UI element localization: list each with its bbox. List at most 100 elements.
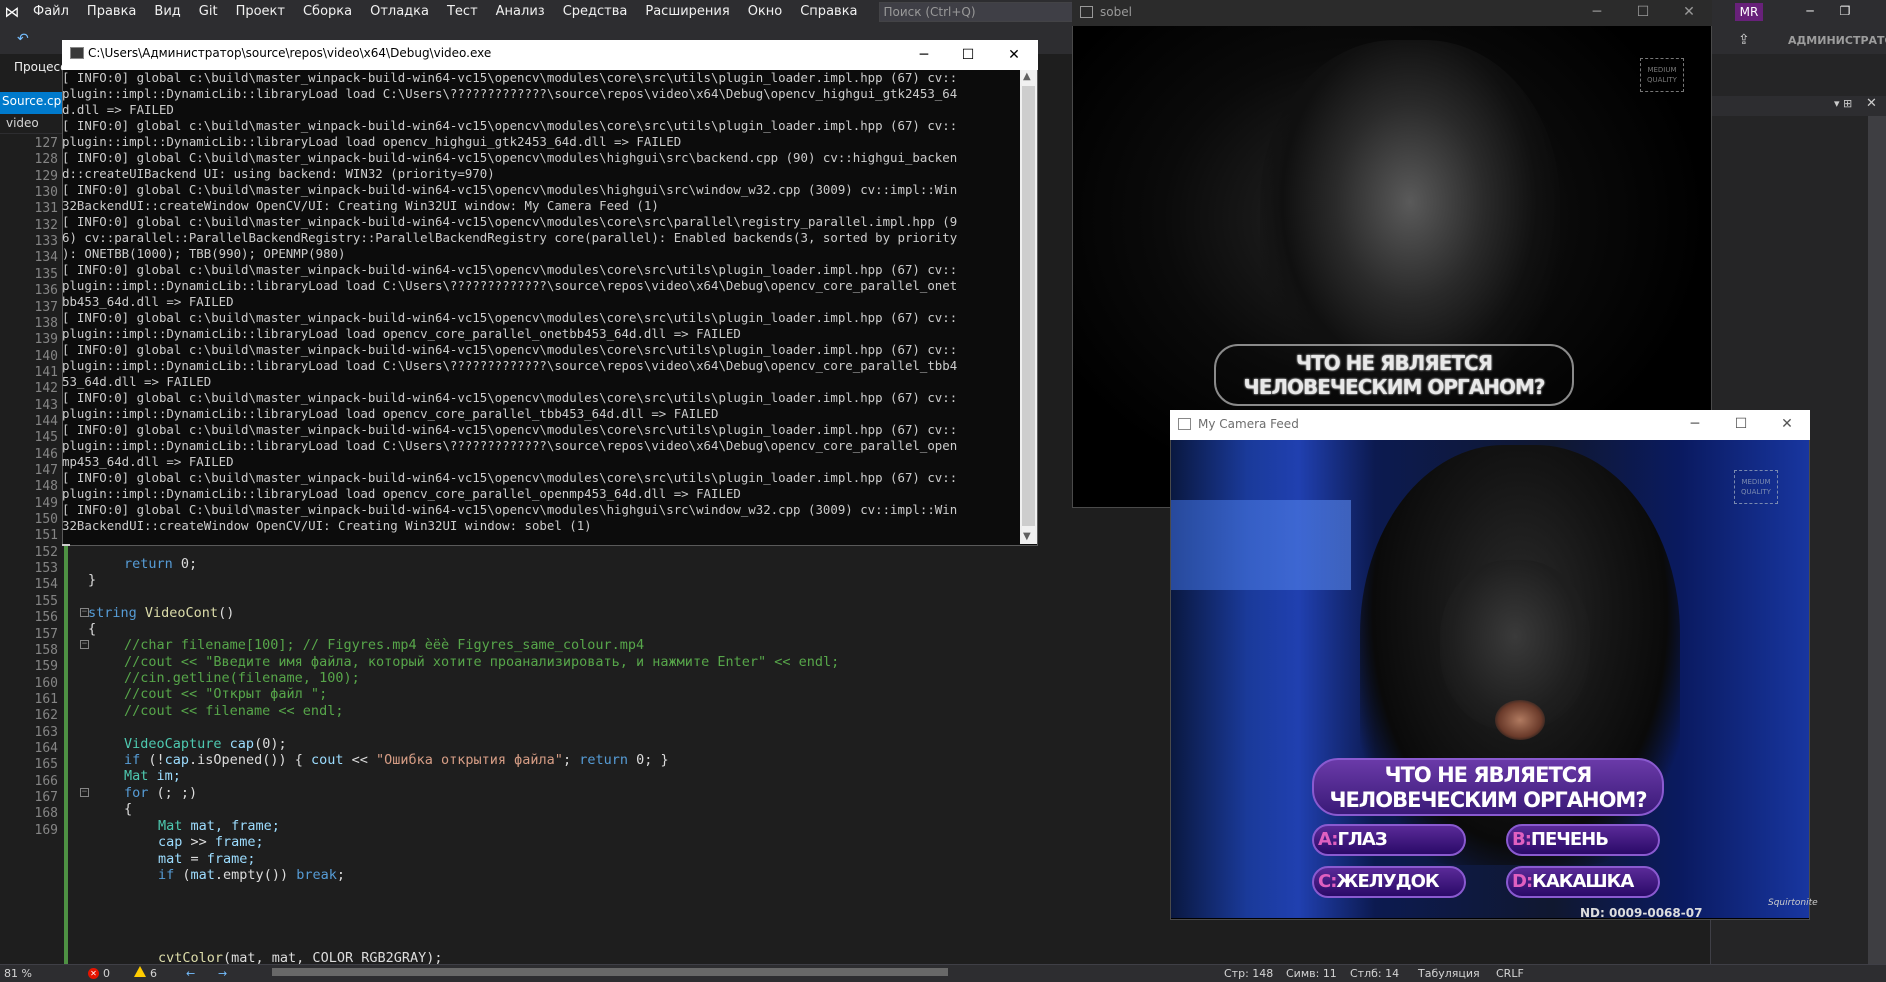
scroll-down-icon[interactable]: ▼ bbox=[1023, 531, 1031, 542]
line-number: 129 bbox=[34, 168, 58, 184]
console-line: d.dll => FAILED bbox=[62, 102, 174, 117]
menu-debug[interactable]: Отладка bbox=[361, 0, 438, 24]
visual-studio-logo-icon[interactable]: ⋈ bbox=[0, 0, 24, 24]
navigate-back-icon[interactable]: ↶ bbox=[17, 31, 29, 47]
camera-app-icon bbox=[1178, 418, 1191, 430]
console-line: plugin::impl::DynamicLib::libraryLoad lo… bbox=[62, 486, 741, 501]
nav-forward-icon[interactable]: → bbox=[218, 967, 227, 980]
line-number: 139 bbox=[34, 332, 58, 348]
code-line-166: mat = frame; bbox=[158, 851, 256, 867]
sobel-maximize-button[interactable]: ☐ bbox=[1620, 0, 1666, 26]
console-line: [ INFO:0] global c:\build\master_winpack… bbox=[62, 118, 958, 133]
error-icon[interactable]: ✕ bbox=[88, 968, 99, 979]
code-line-162: for (; ;) bbox=[124, 785, 198, 801]
menu-test[interactable]: Тест bbox=[438, 0, 487, 24]
camera-quality-badge: MEDIUM QUALITY bbox=[1734, 470, 1778, 504]
warning-icon[interactable] bbox=[134, 966, 146, 977]
pin-icon[interactable]: ▾ ⊞ bbox=[1834, 97, 1852, 110]
console-line: [ INFO:0] global c:\build\master_winpack… bbox=[62, 422, 958, 437]
quiz-answer-a: A:ГЛАЗ bbox=[1318, 829, 1388, 850]
menu-window[interactable]: Окно bbox=[739, 0, 792, 24]
camera-close-button[interactable]: ✕ bbox=[1764, 410, 1810, 440]
zoom-level[interactable]: 81 % bbox=[4, 967, 32, 980]
line-number: 127 bbox=[34, 136, 58, 151]
sobel-quality-badge: MEDIUM QUALITY bbox=[1640, 58, 1684, 92]
line-number: 154 bbox=[34, 577, 58, 593]
line-number: 167 bbox=[34, 790, 58, 805]
sobel-minimize-button[interactable]: ─ bbox=[1574, 0, 1620, 26]
search-input[interactable]: Поиск (Ctrl+Q) ⌕ bbox=[878, 2, 1096, 22]
menu-project[interactable]: Проект bbox=[227, 0, 294, 24]
console-line: d::createUIBackend UI: using backend: WI… bbox=[62, 166, 495, 181]
fold-toggle-151[interactable]: − bbox=[80, 608, 89, 617]
menu-git[interactable]: Git bbox=[190, 0, 227, 24]
cursor-col: Стлб: 14 bbox=[1350, 967, 1400, 980]
menu-extensions[interactable]: Расширения bbox=[636, 0, 738, 24]
sobel-app-icon bbox=[1080, 6, 1093, 18]
code-line-154: //cout << "Введите имя файла, который хо… bbox=[124, 654, 840, 670]
quiz-answer-b: B:ПЕЧЕНЬ bbox=[1512, 829, 1609, 850]
menu-edit[interactable]: Правка bbox=[78, 0, 145, 24]
camera-title: My Camera Feed bbox=[1198, 417, 1299, 431]
line-number: 169 bbox=[34, 822, 58, 838]
console-close-button[interactable]: ✕ bbox=[992, 41, 1036, 69]
code-line-160: if (!cap.isOpened()) { cout << "Ошибка о… bbox=[124, 752, 669, 768]
line-number: 153 bbox=[34, 561, 58, 577]
console-output: [ INFO:0] global c:\build\master_winpack… bbox=[62, 70, 1020, 544]
console-line: plugin::impl::DynamicLib::libraryLoad lo… bbox=[62, 406, 719, 421]
warning-count[interactable]: 6 bbox=[150, 967, 157, 980]
console-scroll-thumb[interactable] bbox=[1022, 86, 1035, 526]
camera-maximize-button[interactable]: ☐ bbox=[1718, 410, 1764, 440]
console-line: plugin::impl::DynamicLib::libraryLoad lo… bbox=[62, 134, 682, 149]
fold-toggle-162[interactable]: − bbox=[80, 788, 89, 797]
live-share-icon[interactable]: ⇪ bbox=[1738, 32, 1756, 50]
line-number: 142 bbox=[34, 381, 58, 397]
line-number: 147 bbox=[34, 463, 58, 478]
quiz-question-line1: ЧТО НЕ ЯВЛЯЕТСЯ bbox=[1384, 763, 1593, 787]
camera-watermark: Squirtonite bbox=[1768, 898, 1818, 908]
line-number: 163 bbox=[34, 724, 58, 740]
sobel-close-button[interactable]: ✕ bbox=[1666, 0, 1712, 26]
code-line-164: Mat mat, frame; bbox=[158, 818, 280, 834]
console-maximize-button[interactable]: ☐ bbox=[946, 41, 990, 69]
console-line: mp453_64d.dll => FAILED bbox=[62, 454, 234, 469]
menu-build[interactable]: Сборка bbox=[294, 0, 361, 24]
sobel-caption-line2: ЧЕЛОВЕЧЕСКИМ ОРГАНОМ? bbox=[1243, 375, 1546, 399]
vs-minimize-button[interactable]: ─ bbox=[1795, 0, 1825, 24]
scroll-up-icon[interactable]: ▲ bbox=[1023, 71, 1031, 82]
menu-analyze[interactable]: Анализ bbox=[487, 0, 554, 24]
panel-scrollbar[interactable] bbox=[1868, 116, 1886, 964]
line-number: 133 bbox=[34, 234, 58, 250]
camera-nd-code: ND: 0009-0068-07 bbox=[1580, 906, 1703, 920]
line-number: 150 bbox=[34, 512, 58, 528]
console-line: [ INFO:0] global c:\build\master_winpack… bbox=[62, 470, 958, 485]
user-avatar[interactable]: MR bbox=[1735, 3, 1763, 21]
line-number: 135 bbox=[34, 266, 58, 282]
menu-view[interactable]: Вид bbox=[145, 0, 189, 24]
indent-mode[interactable]: Табуляция bbox=[1418, 967, 1480, 980]
cursor-row: Стр: 148 bbox=[1224, 967, 1274, 980]
line-number: 161 bbox=[34, 691, 58, 707]
line-number: 146 bbox=[34, 446, 58, 462]
project-label: video bbox=[6, 116, 39, 130]
process-label: Процесс bbox=[14, 60, 67, 74]
line-number: 158 bbox=[34, 642, 58, 658]
menu-file[interactable]: Файл bbox=[24, 0, 78, 24]
nav-back-icon[interactable]: ← bbox=[186, 967, 195, 980]
camera-minimize-button[interactable]: ─ bbox=[1672, 410, 1718, 440]
admin-label: АДМИНИСТРАТОР bbox=[1788, 34, 1886, 47]
close-icon[interactable]: ✕ bbox=[1866, 96, 1877, 111]
line-number: 162 bbox=[34, 708, 58, 724]
line-ending[interactable]: CRLF bbox=[1496, 967, 1524, 980]
vs-restore-button[interactable]: ❐ bbox=[1830, 0, 1860, 24]
horizontal-scrollbar[interactable] bbox=[272, 968, 948, 976]
console-minimize-button[interactable]: ─ bbox=[902, 41, 946, 69]
fold-toggle-153[interactable]: − bbox=[80, 640, 89, 649]
error-count[interactable]: 0 bbox=[103, 967, 110, 980]
menu-tools[interactable]: Средства bbox=[554, 0, 637, 24]
console-line: plugin::impl::DynamicLib::libraryLoad lo… bbox=[62, 86, 958, 101]
line-number: 131 bbox=[34, 201, 58, 217]
menu-help[interactable]: Справка bbox=[791, 0, 866, 24]
console-line: plugin::impl::DynamicLib::libraryLoad lo… bbox=[62, 278, 958, 293]
console-line: plugin::impl::DynamicLib::libraryLoad lo… bbox=[62, 326, 741, 341]
